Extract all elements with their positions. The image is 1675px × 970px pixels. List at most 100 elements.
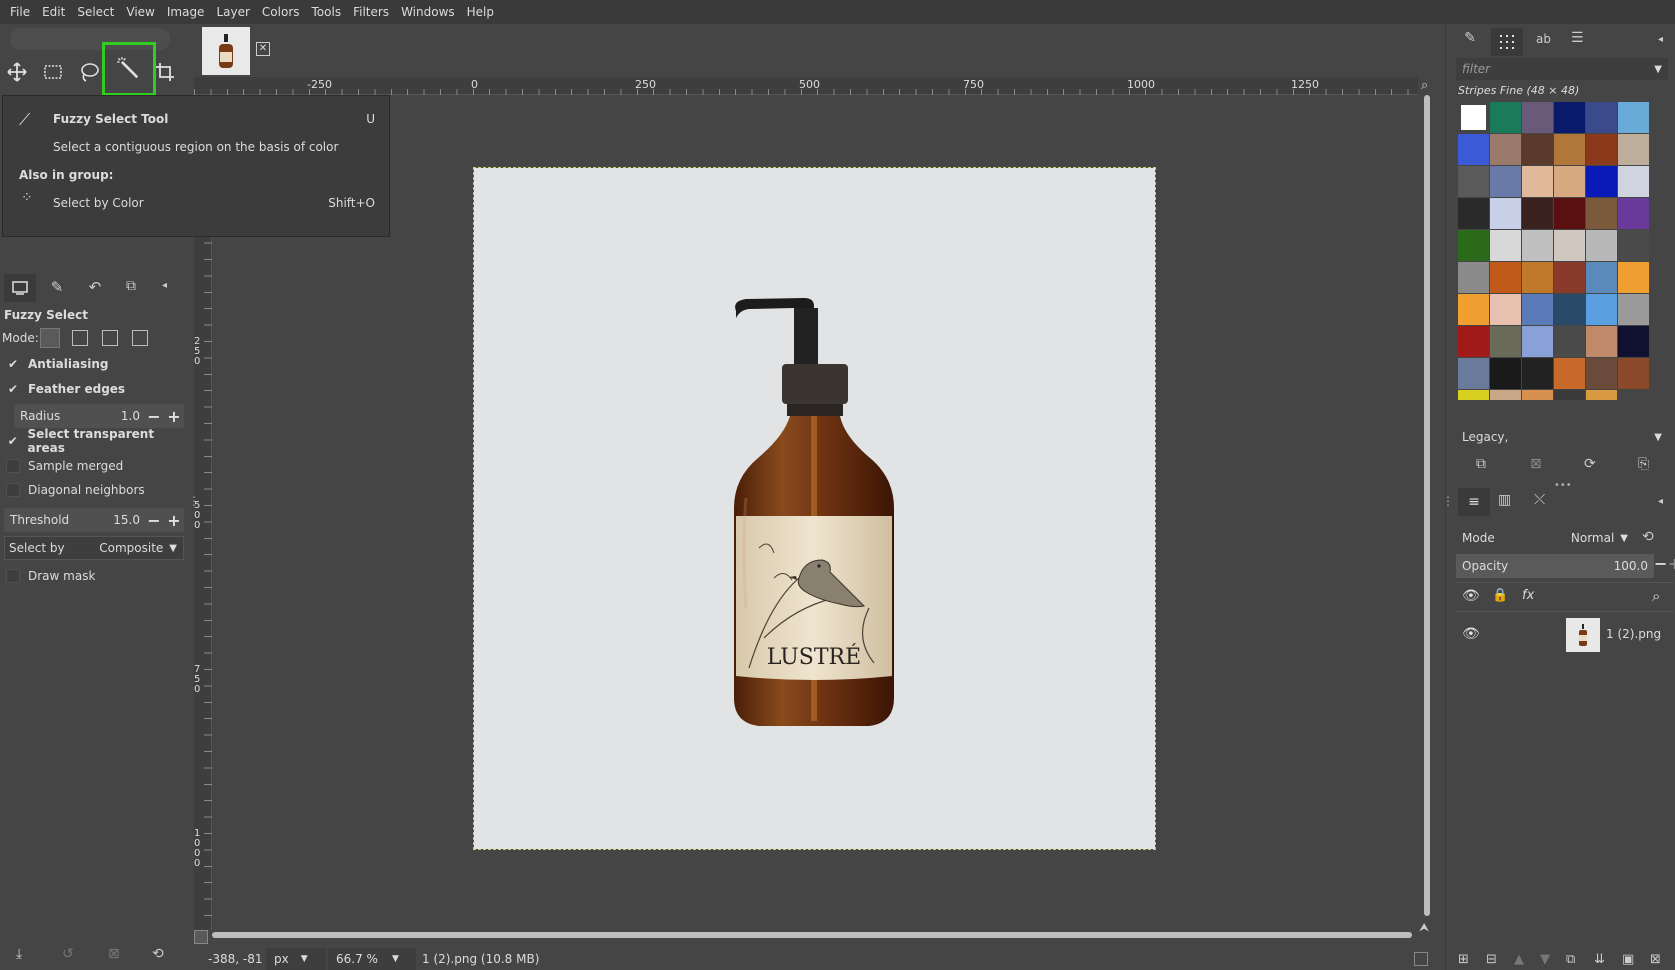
pattern-swatch[interactable] [1554,102,1585,133]
images-icon[interactable]: ⧉ [120,278,142,300]
rect-select-tool-button[interactable] [38,57,68,87]
image-canvas[interactable]: LUSTRÉ [473,167,1156,850]
fx-icon[interactable]: fx [1522,588,1534,603]
save-options-icon[interactable]: ⤓ [16,946,22,962]
pattern-swatch[interactable] [1618,262,1649,293]
pattern-swatch[interactable] [1554,294,1585,325]
pattern-swatch[interactable] [1586,390,1617,400]
dock-resize-handle[interactable]: ⋮ [1442,494,1454,508]
move-tool-button[interactable] [2,57,32,87]
paths-tab-icon[interactable]: ⤬ [1534,492,1545,508]
pattern-swatch[interactable] [1458,326,1489,357]
reset-options-icon[interactable]: ⟲ [152,946,164,962]
pattern-swatch[interactable] [1490,230,1521,261]
zoom-search-icon[interactable]: ⌕ [1421,78,1435,93]
radius-value[interactable]: 1.0 [104,409,144,423]
mode-add-button[interactable] [72,330,88,346]
menu-tools[interactable]: Tools [306,5,348,19]
layer-mode-reset-icon[interactable]: ⟲ [1642,529,1654,545]
pattern-swatch[interactable] [1490,198,1521,229]
delete-layer-icon[interactable]: ⊠ [1650,952,1661,967]
radius-decrease-button[interactable]: − [144,407,164,426]
horizontal-scrollbar-thumb[interactable] [212,932,1412,938]
pattern-swatch[interactable] [1458,262,1489,293]
eye-icon[interactable]: 👁 [1462,588,1480,604]
draw-mask-checkbox[interactable] [6,569,20,583]
antialiasing-option[interactable]: ✔ Antialiasing [6,354,109,374]
dock-menu-icon[interactable]: ◂ [1658,34,1670,46]
image-tab-thumbnail[interactable] [202,27,250,75]
pattern-swatch[interactable] [1458,102,1489,133]
pattern-swatch[interactable] [1522,358,1553,389]
quick-mask-icon[interactable] [194,930,208,944]
undo-history-icon[interactable]: ↶ [84,278,106,300]
menu-edit[interactable]: Edit [36,5,71,19]
menu-filters[interactable]: Filters [347,5,395,19]
pattern-swatch[interactable] [1554,262,1585,293]
layer-visibility-icon[interactable]: 👁 [1462,626,1480,642]
free-select-tool-button[interactable] [74,57,104,87]
pattern-swatch[interactable] [1554,326,1585,357]
pattern-swatch[interactable] [1522,134,1553,165]
pattern-swatch[interactable] [1618,102,1649,133]
mode-subtract-button[interactable] [102,330,118,346]
device-status-icon[interactable]: ✎ [46,278,68,300]
pattern-swatch[interactable] [1586,166,1617,197]
pattern-swatch[interactable] [1458,134,1489,165]
mode-replace-button[interactable] [40,328,60,348]
pattern-swatch[interactable] [1618,198,1649,229]
open-pattern-folder-icon[interactable]: ⎘ [1638,456,1649,472]
vertical-scrollbar[interactable] [1421,95,1433,930]
opacity-slider[interactable]: Opacity 100.0 [1456,554,1654,578]
pattern-swatch[interactable] [1522,390,1553,400]
pattern-swatch[interactable] [1522,102,1553,133]
cancel-operation-icon[interactable] [1414,952,1428,966]
pattern-swatch[interactable] [1458,358,1489,389]
raise-layer-icon[interactable]: ▲ [1514,952,1524,967]
radius-increase-button[interactable]: + [164,407,184,426]
panel-resize-handle[interactable]: ••• [1554,480,1572,491]
refresh-patterns-icon[interactable]: ⟳ [1584,456,1596,472]
feather-edges-checkbox[interactable]: ✔ [6,382,20,396]
pattern-swatch[interactable] [1554,230,1585,261]
select-transparent-option[interactable]: ✔ Select transparent areas [6,427,190,455]
menu-select[interactable]: Select [71,5,120,19]
fuzzy-select-tool-button[interactable] [102,42,156,96]
restore-options-icon[interactable]: ↺ [62,946,74,962]
tag-filter-dropdown[interactable]: Legacy, ▼ [1456,426,1668,448]
pattern-swatch[interactable] [1522,262,1553,293]
pattern-swatch[interactable] [1618,230,1649,261]
pattern-swatch[interactable] [1554,390,1585,400]
fonts-tab-icon[interactable]: ab [1536,32,1560,52]
lock-icon[interactable]: 🔒 [1492,588,1508,603]
pattern-swatch[interactable] [1490,262,1521,293]
pattern-filter-input[interactable]: filter ▼ [1456,58,1668,80]
sample-merged-checkbox[interactable] [6,459,20,473]
document-history-tab-icon[interactable]: ☰ [1571,30,1595,54]
pattern-swatch[interactable] [1618,166,1649,197]
pattern-swatch[interactable] [1490,294,1521,325]
delete-options-icon[interactable]: ⊠ [108,946,120,962]
pattern-swatch[interactable] [1490,326,1521,357]
patterns-tab[interactable] [1491,28,1523,56]
opacity-increase-button[interactable]: + [1668,554,1675,573]
menu-help[interactable]: Help [461,5,500,19]
zoom-dropdown[interactable]: 66.7 % ▼ [328,948,416,970]
pattern-swatch[interactable] [1522,326,1553,357]
opacity-decrease-button[interactable]: − [1654,554,1667,573]
draw-mask-option[interactable]: Draw mask [6,566,95,586]
layer-name[interactable]: 1 (2).png [1606,627,1661,641]
pattern-swatch[interactable] [1586,294,1617,325]
pattern-swatch[interactable] [1490,134,1521,165]
feather-edges-option[interactable]: ✔ Feather edges [6,379,125,399]
diagonal-neighbors-option[interactable]: Diagonal neighbors [6,480,145,500]
pattern-swatch[interactable] [1586,134,1617,165]
pattern-swatch[interactable] [1618,134,1649,165]
pattern-swatch[interactable] [1458,230,1489,261]
pattern-swatch[interactable] [1586,262,1617,293]
unit-dropdown[interactable]: px ▼ [266,948,326,970]
select-transparent-checkbox[interactable]: ✔ [6,434,20,448]
pattern-swatch[interactable] [1490,102,1521,133]
diagonal-neighbors-checkbox[interactable] [6,483,20,497]
menu-image[interactable]: Image [161,5,211,19]
